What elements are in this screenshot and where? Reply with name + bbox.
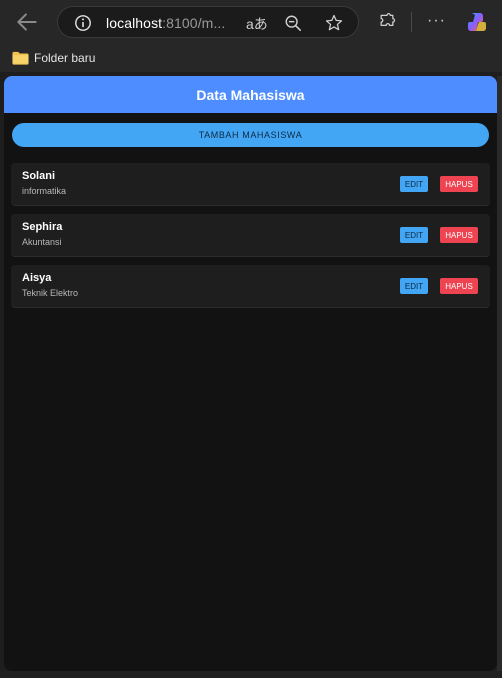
read-aloud-icon[interactable]: aあ bbox=[246, 14, 268, 34]
extensions-puzzle-icon[interactable] bbox=[377, 12, 397, 32]
delete-button-label: HAPUS bbox=[445, 179, 473, 189]
delete-button[interactable]: HAPUS bbox=[440, 227, 478, 243]
page-title: Data Mahasiswa bbox=[196, 86, 305, 103]
edit-button-label: EDIT bbox=[404, 230, 424, 240]
more-menu-icon[interactable]: ··· bbox=[427, 12, 446, 30]
student-item: Aisya Teknik Elektro EDIT HAPUS bbox=[11, 265, 490, 308]
student-item: Solani informatika EDIT HAPUS bbox=[11, 163, 490, 206]
copilot-icon[interactable] bbox=[465, 10, 489, 34]
student-major: Teknik Elektro bbox=[22, 288, 79, 298]
add-student-button[interactable]: TAMBAH MAHASISWA bbox=[12, 123, 489, 147]
student-name: Aisya bbox=[22, 272, 52, 284]
delete-button[interactable]: HAPUS bbox=[440, 278, 478, 294]
app-page: Data Mahasiswa TAMBAH MAHASISWA Solani i… bbox=[4, 76, 497, 671]
app-header: Data Mahasiswa bbox=[4, 76, 497, 113]
delete-button-label: HAPUS bbox=[445, 230, 473, 240]
student-list: Solani informatika EDIT HAPUS Sephira Ak… bbox=[11, 163, 490, 316]
delete-button[interactable]: HAPUS bbox=[440, 176, 478, 192]
student-major: informatika bbox=[22, 186, 67, 196]
url-text[interactable]: localhost:8100/m... bbox=[106, 15, 225, 31]
edit-button[interactable]: EDIT bbox=[400, 278, 428, 294]
back-arrow-icon[interactable] bbox=[14, 9, 40, 35]
url-path: :8100/m... bbox=[162, 15, 226, 31]
site-info-icon[interactable] bbox=[74, 14, 92, 32]
toolbar-divider bbox=[411, 12, 412, 32]
address-bar[interactable]: localhost:8100/m... aあ bbox=[57, 6, 359, 38]
add-student-button-label: TAMBAH MAHASISWA bbox=[198, 130, 303, 140]
edit-button-label: EDIT bbox=[404, 281, 424, 291]
url-host: localhost bbox=[106, 15, 163, 31]
bookmark-folder-label[interactable]: Folder baru bbox=[34, 51, 95, 65]
folder-icon[interactable] bbox=[12, 51, 29, 65]
taskbar-edge bbox=[0, 671, 502, 678]
delete-button-label: HAPUS bbox=[445, 281, 473, 291]
browser-toolbar: localhost:8100/m... aあ ··· bbox=[0, 0, 502, 44]
student-name: Sephira bbox=[22, 221, 63, 233]
edit-button[interactable]: EDIT bbox=[400, 227, 428, 243]
student-major: Akuntansi bbox=[22, 237, 62, 247]
student-item: Sephira Akuntansi EDIT HAPUS bbox=[11, 214, 490, 257]
bookmarks-bar: Folder baru bbox=[0, 44, 502, 72]
window-edge bbox=[497, 76, 502, 676]
student-name: Solani bbox=[22, 170, 56, 182]
edit-button-label: EDIT bbox=[404, 179, 424, 189]
edit-button[interactable]: EDIT bbox=[400, 176, 428, 192]
zoom-out-icon[interactable] bbox=[284, 14, 302, 32]
favorite-star-icon[interactable] bbox=[324, 13, 344, 33]
